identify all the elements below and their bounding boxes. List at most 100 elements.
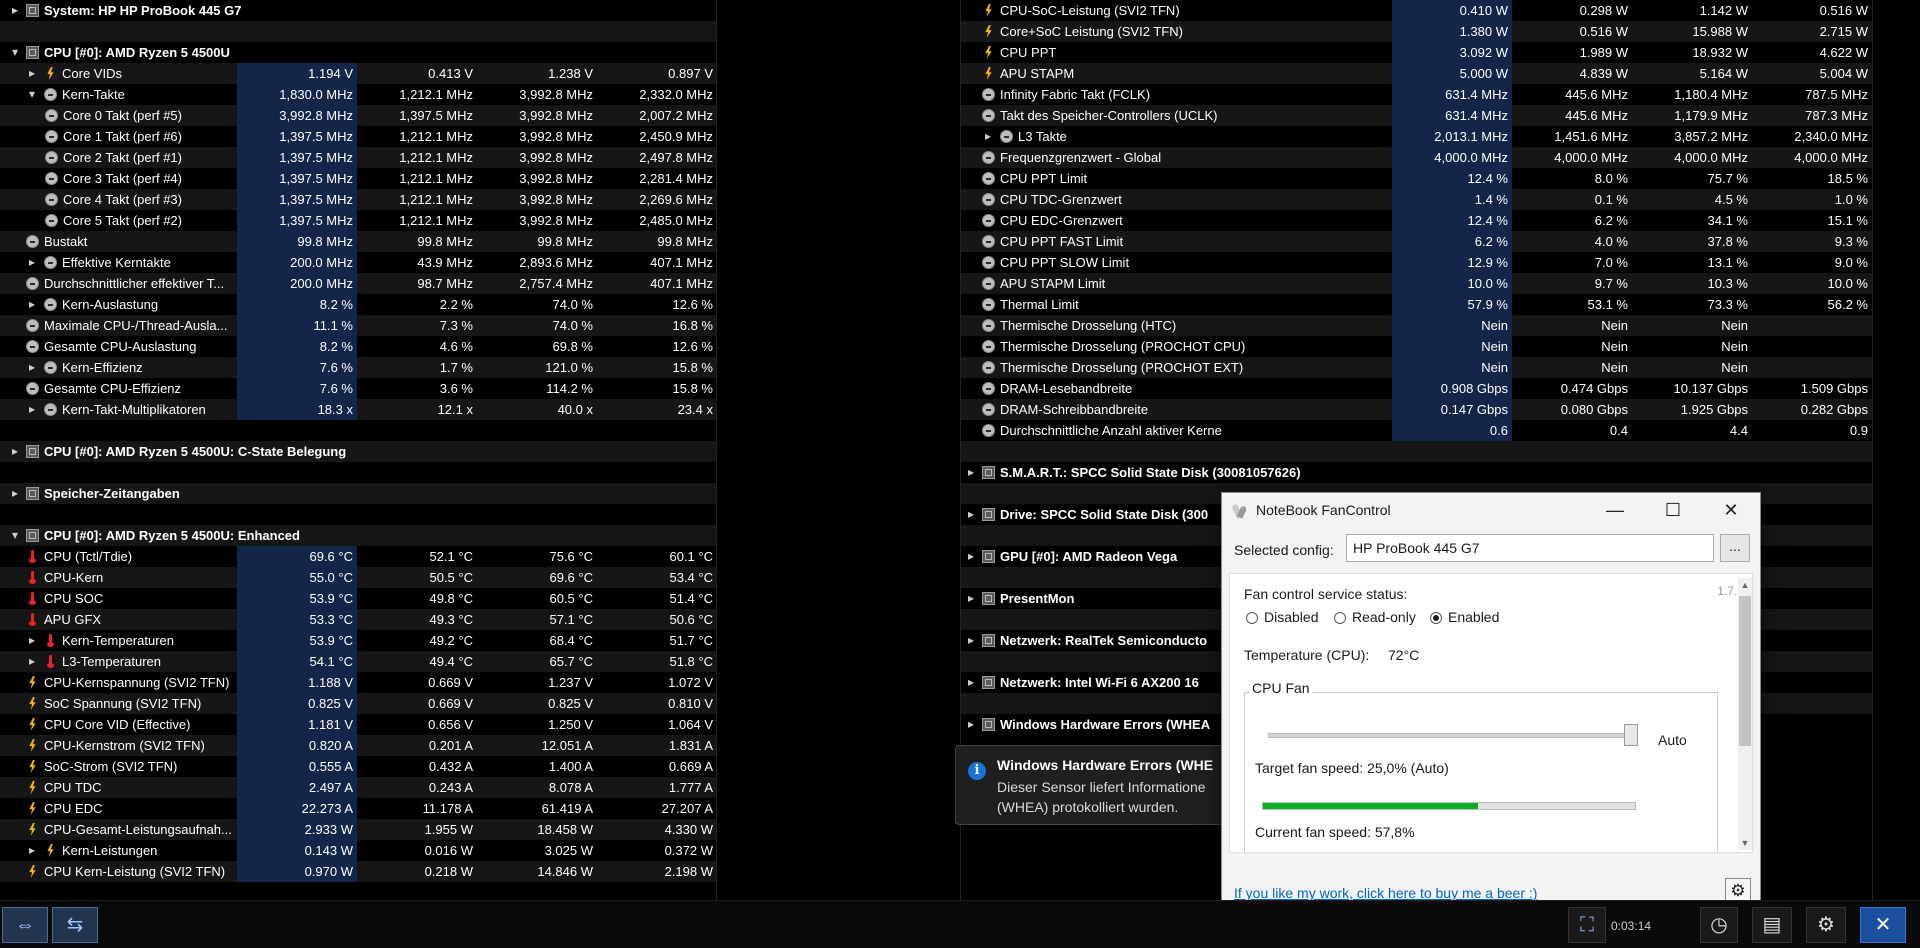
sensor-row[interactable]: Thermische Drosselung (PROCHOT CPU) Nein N… [961,336,1872,357]
settings-gear-icon[interactable]: ⚙ [1806,907,1846,943]
sensor-row[interactable]: CPU TDC-Grenzwert 1.4 % 0.1 % 4.5 % 1.0 % [961,189,1872,210]
sensor-row[interactable]: CPU-SoC-Leistung (SVI2 TFN) 0.410 W 0.298 … [961,0,1872,21]
window-titlebar[interactable]: NoteBook FanControl — ☐ ✕ [1222,493,1760,529]
sensor-row[interactable]: ▸ Kern-Takt-Multiplikatoren 18.3 x 12.1 x 40… [0,399,716,420]
scroll-up-icon[interactable]: ▲ [1738,578,1752,592]
chevron-right-icon[interactable]: ▸ [964,672,978,693]
sensor-row[interactable]: Core 1 Takt (perf #6) 1,397.5 MHz 1,212.1 … [0,126,716,147]
sensor-row[interactable]: SoC Spannung (SVI2 TFN) 0.825 V 0.669 V 0.8… [0,693,716,714]
sensor-row[interactable]: APU STAPM 5.000 W 4.839 W 5.164 W 5.004 W [961,63,1872,84]
network-icon[interactable]: ⛶ [1568,907,1606,943]
chevron-right-icon[interactable]: ▸ [25,252,39,273]
sensor-row[interactable]: ▸ Effektive Kerntakte 200.0 MHz 43.9 MHz 2,8… [0,252,716,273]
chevron-right-icon[interactable]: ▸ [25,630,39,651]
sensor-row[interactable]: Thermische Drosselung (PROCHOT EXT) Nein N… [961,357,1872,378]
sensor-row[interactable]: DRAM-Schreibbandbreite 0.147 Gbps 0.080 Gb… [961,399,1872,420]
sensor-row[interactable]: CPU Kern-Leistung (SVI2 TFN) 0.970 W 0.218… [0,861,716,882]
sensor-row[interactable]: Gesamte CPU-Auslastung 8.2 % 4.6 % 69.8 % 12… [0,336,716,357]
sensor-row[interactable]: APU STAPM Limit 10.0 % 9.7 % 10.3 % 10.0 % [961,273,1872,294]
clock-reset-icon[interactable]: ◷ [1700,907,1738,943]
group-header[interactable]: ▸ CPU [#0]: AMD Ryzen 5 4500U: C-State Be… [0,441,716,462]
sensor-row[interactable]: Thermische Drosselung (HTC) Nein Nein Nein [961,315,1872,336]
sensor-row[interactable]: Frequenzgrenzwert - Global 4,000.0 MHz 4,0… [961,147,1872,168]
close-button[interactable]: ✕ [1702,493,1760,529]
chevron-right-icon[interactable]: ▸ [8,0,22,21]
sensor-row[interactable]: Maximale CPU-/Thread-Ausla... 11.1 % 7.3 %… [0,315,716,336]
browse-config-button[interactable]: ... [1720,534,1750,562]
content-scrollbar[interactable]: ▲ ▼ [1738,578,1752,850]
chevron-right-icon[interactable]: ▸ [25,651,39,672]
chevron-down-icon[interactable]: ▾ [25,84,39,105]
sensor-row[interactable]: ▸ Kern-Temperaturen 53.9 °C 49.2 °C 68.4 °C 5… [0,630,716,651]
chevron-down-icon[interactable]: ▾ [8,42,22,63]
sensor-row[interactable]: CPU EDC-Grenzwert 12.4 % 6.2 % 34.1 % 15.1 % [961,210,1872,231]
close-x-icon[interactable]: ✕ [1860,907,1906,943]
sensor-row[interactable]: CPU PPT 3.092 W 1.989 W 18.932 W 4.622 W [961,42,1872,63]
sensor-row[interactable]: Gesamte CPU-Effizienz 7.6 % 3.6 % 114.2 % 15… [0,378,716,399]
group-header[interactable]: ▸ S.M.A.R.T.: SPCC Solid State Disk (3008… [961,462,1872,483]
sensor-row[interactable]: ▾ Kern-Takte 1,830.0 MHz 1,212.1 MHz 3,992.8… [0,84,716,105]
sensor-row[interactable]: CPU (Tctl/Tdie) 69.6 °C 52.1 °C 75.6 °C 60.1… [0,546,716,567]
sensor-row[interactable]: CPU TDC 2.497 A 0.243 A 8.078 A 1.777 A [0,777,716,798]
sensor-row[interactable]: CPU-Gesamt-Leistungsaufnah... 2.933 W 1.95… [0,819,716,840]
radio-enabled[interactable]: Enabled [1430,609,1499,625]
radio-enabled-circle[interactable] [1430,612,1442,624]
group-header[interactable]: ▸ System: HP HP ProBook 445 G7 [0,0,716,21]
sensor-row[interactable]: CPU EDC 22.273 A 11.178 A 61.419 A 27.207 A [0,798,716,819]
chevron-down-icon[interactable]: ▾ [8,525,22,546]
expand-arrows-icon[interactable]: ⇔ [2,907,48,943]
group-header[interactable]: ▸ Speicher-Zeitangaben [0,483,716,504]
scroll-thumb[interactable] [1739,596,1751,746]
chevron-right-icon[interactable]: ▸ [25,357,39,378]
radio-disabled-circle[interactable] [1246,612,1258,624]
radio-readonly-circle[interactable] [1334,612,1346,624]
report-icon[interactable]: ▤ [1752,907,1792,943]
sensor-row[interactable]: Core+SoC Leistung (SVI2 TFN) 1.380 W 0.516… [961,21,1872,42]
radio-readonly[interactable]: Read-only [1334,609,1416,625]
sensor-row[interactable]: ▸ Kern-Auslastung 8.2 % 2.2 % 74.0 % 12.6 % [0,294,716,315]
sensor-row[interactable]: ▸ L3-Temperaturen 54.1 °C 49.4 °C 65.7 °C 51.… [0,651,716,672]
scroll-down-icon[interactable]: ▼ [1738,836,1752,850]
sensor-row[interactable]: DRAM-Lesebandbreite 0.908 Gbps 0.474 Gbps 1… [961,378,1872,399]
sensor-row[interactable]: Takt des Speicher-Controllers (UCLK) 631.… [961,105,1872,126]
selected-config-field[interactable]: HP ProBook 445 G7 [1346,534,1714,562]
group-header[interactable]: ▾ CPU [#0]: AMD Ryzen 5 4500U: Enhanced [0,525,716,546]
sensor-row[interactable]: Core 2 Takt (perf #1) 1,397.5 MHz 1,212.1 … [0,147,716,168]
chevron-right-icon[interactable]: ▸ [964,462,978,483]
sensor-row[interactable]: Core 4 Takt (perf #3) 1,397.5 MHz 1,212.1 … [0,189,716,210]
group-header[interactable]: ▾ CPU [#0]: AMD Ryzen 5 4500U [0,42,716,63]
chevron-right-icon[interactable]: ▸ [964,504,978,525]
fan-speed-slider-thumb[interactable] [1624,724,1638,746]
chevron-right-icon[interactable]: ▸ [25,399,39,420]
sensor-row[interactable]: CPU-Kernstrom (SVI2 TFN) 0.820 A 0.201 A 12… [0,735,716,756]
sensor-row[interactable]: Bustakt 99.8 MHz 99.8 MHz 99.8 MHz 99.8 MHz [0,231,716,252]
sensor-row[interactable]: Core 0 Takt (perf #5) 3,992.8 MHz 1,397.5 … [0,105,716,126]
sensor-row[interactable]: SoC-Strom (SVI2 TFN) 0.555 A 0.432 A 1.400 … [0,756,716,777]
sensor-row[interactable]: CPU Core VID (Effective) 1.181 V 0.656 V 1.… [0,714,716,735]
radio-disabled[interactable]: Disabled [1246,609,1318,625]
chevron-right-icon[interactable]: ▸ [964,630,978,651]
sensor-row[interactable]: Core 5 Takt (perf #2) 1,397.5 MHz 1,212.1 … [0,210,716,231]
chevron-right-icon[interactable]: ▸ [8,483,22,504]
chevron-right-icon[interactable]: ▸ [8,441,22,462]
minimize-button[interactable]: — [1586,493,1644,529]
chevron-right-icon[interactable]: ▸ [964,714,978,735]
chevron-right-icon[interactable]: ▸ [25,294,39,315]
sensor-row[interactable]: Infinity Fabric Takt (FCLK) 631.4 MHz 445.… [961,84,1872,105]
collapse-arrows-icon[interactable]: ⇆ [52,907,98,943]
sensor-row[interactable]: ▸ Kern-Effizienz 7.6 % 1.7 % 121.0 % 15.8 % [0,357,716,378]
sensor-row[interactable]: CPU SOC 53.9 °C 49.8 °C 60.5 °C 51.4 °C [0,588,716,609]
sensor-row[interactable]: Durchschnittliche Anzahl aktiver Kerne 0.… [961,420,1872,441]
sensor-row[interactable]: CPU-Kern 55.0 °C 50.5 °C 69.6 °C 53.4 °C [0,567,716,588]
chevron-right-icon[interactable]: ▸ [25,63,39,84]
sensor-row[interactable]: CPU PPT Limit 12.4 % 8.0 % 75.7 % 18.5 % [961,168,1872,189]
fan-speed-slider-track[interactable] [1268,733,1638,738]
chevron-right-icon[interactable]: ▸ [981,126,995,147]
buy-beer-link[interactable]: If you like my work, click here to buy m… [1234,885,1537,901]
sensor-row[interactable]: CPU PPT FAST Limit 6.2 % 4.0 % 37.8 % 9.3 % [961,231,1872,252]
sensor-row[interactable]: ▸ Core VIDs 1.194 V 0.413 V 1.238 V 0.897 V [0,63,716,84]
sensor-row[interactable]: CPU-Kernspannung (SVI2 TFN) 1.188 V 0.669 … [0,672,716,693]
sensor-row[interactable]: APU GFX 53.3 °C 49.3 °C 57.1 °C 50.6 °C [0,609,716,630]
chevron-right-icon[interactable]: ▸ [964,546,978,567]
sensor-row[interactable]: Thermal Limit 57.9 % 53.1 % 73.3 % 56.2 % [961,294,1872,315]
